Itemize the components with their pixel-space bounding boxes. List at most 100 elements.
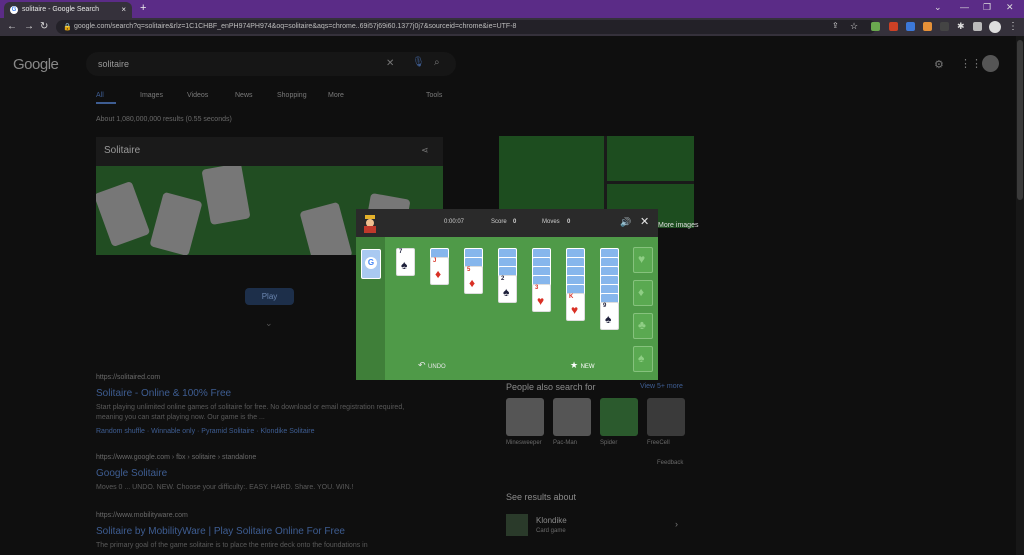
foundation-spades[interactable]: ♠ — [633, 346, 653, 372]
result-title[interactable]: Google Solitaire — [96, 468, 167, 479]
settings-gear-icon[interactable]: ⚙ — [934, 58, 944, 71]
tab-tools[interactable]: Tools — [426, 92, 442, 99]
result-url[interactable]: https://solitaired.com — [96, 374, 160, 381]
close-game-icon[interactable]: ✕ — [640, 215, 649, 228]
expand-chevron-icon[interactable]: ⌄ — [265, 318, 273, 329]
address-bar[interactable]: 🔒 google.com/search?q=solitaire&rlz=1C1C… — [56, 20, 876, 34]
see-results-about-heading: See results about — [506, 492, 577, 502]
restore-icon[interactable]: ❐ — [983, 2, 991, 13]
chevron-right-icon[interactable]: › — [675, 519, 678, 529]
diamond-suit-icon: ♦ — [638, 285, 645, 299]
extension-icon[interactable] — [871, 22, 880, 31]
foundation-clubs[interactable]: ♣ — [633, 313, 653, 339]
apps-grid-icon[interactable]: ⋮⋮ — [960, 57, 982, 70]
bookmark-star-icon[interactable]: ☆ — [850, 21, 858, 32]
scrollbar-thumb[interactable] — [1017, 40, 1023, 200]
new-tab-button[interactable]: + — [140, 2, 146, 14]
extension-icon[interactable] — [906, 22, 915, 31]
face-up-card[interactable]: 5 ♦ — [464, 266, 483, 294]
reload-icon[interactable]: ↻ — [40, 21, 48, 32]
result-url[interactable]: https://www.mobilityware.com — [96, 512, 188, 519]
related-label[interactable]: Pac-Man — [553, 440, 577, 446]
extension-icon[interactable] — [923, 22, 932, 31]
google-logo[interactable]: Google — [13, 56, 59, 73]
sidebar-icon[interactable] — [973, 22, 982, 31]
face-up-card[interactable]: K ♥ — [566, 293, 585, 321]
tab-all[interactable]: All — [96, 92, 104, 99]
star-icon: ★ — [570, 360, 581, 370]
puzzle-icon[interactable]: ✱ — [957, 21, 965, 32]
related-minesweeper[interactable] — [506, 398, 544, 436]
extension-icon[interactable] — [940, 22, 949, 31]
search-input[interactable]: solitaire ✕ 🎙 ⌕ — [86, 52, 456, 76]
new-game-button[interactable]: ★ NEW — [570, 360, 595, 371]
mic-icon[interactable]: 🎙 — [412, 57, 425, 68]
face-up-card[interactable]: 7 ♠ — [396, 248, 415, 276]
card-rank: 2 — [501, 276, 505, 282]
clear-icon[interactable]: ✕ — [386, 58, 394, 69]
profile-avatar[interactable] — [989, 21, 1001, 33]
foundation-diamonds[interactable]: ♦ — [633, 280, 653, 306]
related-label[interactable]: Minesweeper — [506, 440, 542, 446]
tab-images[interactable]: Images — [140, 92, 163, 99]
extension-icon[interactable] — [889, 22, 898, 31]
forward-icon[interactable]: → — [24, 21, 34, 32]
tab-news[interactable]: News — [235, 92, 253, 99]
share-icon[interactable]: ⋖ — [421, 145, 429, 156]
related-label[interactable]: FreeCell — [647, 440, 670, 446]
kp-image[interactable] — [607, 136, 694, 181]
search-query: solitaire — [98, 59, 130, 69]
view-more-link[interactable]: View 5+ more — [640, 383, 683, 390]
score-label: Score — [491, 219, 507, 225]
related-pacman[interactable] — [553, 398, 591, 436]
tab-search-icon[interactable]: ⌄ — [934, 2, 942, 13]
card-title: Solitaire — [104, 145, 141, 156]
related-freecell[interactable] — [647, 398, 685, 436]
result-count: About 1,080,000,000 results (0.55 second… — [96, 116, 232, 123]
result-snippet: Moves 0 ... UNDO. NEW. Choose your diffi… — [96, 484, 354, 491]
search-icon[interactable]: ⌕ — [434, 57, 440, 68]
card-suit-icon: ♠ — [503, 285, 510, 299]
game-header: 0:00:07 Score 0 Moves 0 🔊 ✕ — [356, 209, 658, 237]
tab-more[interactable]: More — [328, 92, 344, 99]
browser-tab[interactable]: G solitaire - Google Search × — [4, 2, 132, 18]
solitaire-game[interactable]: 0:00:07 Score 0 Moves 0 🔊 ✕ G ♥ ♦ ♣ ♠ ↶ … — [356, 209, 658, 380]
result-title[interactable]: Solitaire by MobilityWare | Play Solitai… — [96, 526, 345, 537]
card-rank: 5 — [467, 267, 471, 273]
url-text: google.com/search?q=solitaire&rlz=1C1CHB… — [74, 23, 517, 30]
card-suit-icon: ♦ — [469, 276, 476, 290]
stock-pile[interactable]: G — [361, 249, 381, 279]
volume-icon[interactable]: 🔊 — [620, 217, 631, 228]
tab-shopping[interactable]: Shopping — [277, 92, 307, 99]
face-up-card[interactable]: 3 ♥ — [532, 284, 551, 312]
card-suit-icon: ♠ — [401, 258, 408, 272]
share-icon[interactable]: ⇪ — [832, 21, 839, 30]
game-timer: 0:00:07 — [444, 219, 465, 225]
result-title[interactable]: Solitaire - Online & 100% Free — [96, 388, 231, 399]
face-up-card[interactable]: 2 ♠ — [498, 275, 517, 303]
related-label[interactable]: Spider — [600, 440, 617, 446]
undo-button[interactable]: ↶ UNDO — [418, 360, 446, 371]
play-button[interactable]: Play — [245, 288, 294, 305]
close-tab-icon[interactable]: × — [121, 5, 126, 14]
tab-videos[interactable]: Videos — [187, 92, 208, 99]
more-images-link[interactable]: More images — [658, 222, 698, 229]
feedback-link[interactable]: Feedback — [657, 460, 683, 466]
klondike-title[interactable]: Klondike — [536, 516, 567, 525]
foundation-hearts[interactable]: ♥ — [633, 247, 653, 273]
people-also-search-heading: People also search for — [506, 382, 596, 392]
account-avatar[interactable] — [982, 55, 999, 72]
undo-label: UNDO — [428, 364, 446, 370]
close-window-icon[interactable]: ✕ — [1006, 2, 1014, 13]
face-up-card[interactable]: J ♦ — [430, 257, 449, 285]
google-logo-icon: G — [365, 257, 377, 269]
menu-icon[interactable]: ⋮ — [1008, 21, 1018, 32]
face-up-card[interactable]: 9 ♠ — [600, 302, 619, 330]
klondike-thumbnail[interactable] — [506, 514, 528, 536]
result-sitelinks[interactable]: Random shuffle · Winnable only · Pyramid… — [96, 428, 315, 435]
back-icon[interactable]: ← — [7, 21, 17, 32]
minimize-icon[interactable]: — — [960, 2, 969, 12]
related-spider[interactable] — [600, 398, 638, 436]
spade-suit-icon: ♠ — [638, 351, 645, 365]
result-url[interactable]: https://www.google.com › fbx › solitaire… — [96, 454, 256, 461]
